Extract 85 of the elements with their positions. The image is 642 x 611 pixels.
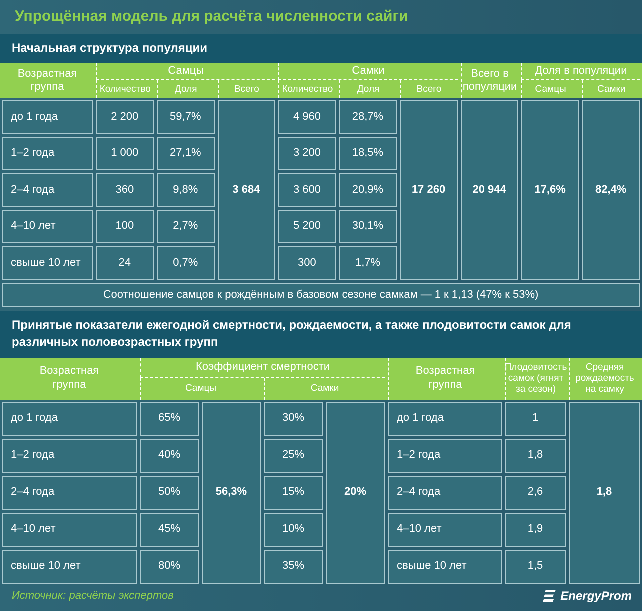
- column-header: Самки: [310, 382, 340, 394]
- table-cell: 1,7%: [339, 246, 397, 280]
- column-header: Доля: [175, 84, 198, 96]
- table-cell: 25%: [264, 438, 323, 473]
- table-cell: 2–4 года: [388, 476, 502, 510]
- table-cell: 28,7%: [339, 100, 397, 134]
- table-cell: 4 960: [278, 100, 336, 134]
- table-cell: 1–2 года: [2, 438, 137, 473]
- table-cell: 2–4 года: [2, 173, 93, 207]
- table-cell: 30%: [264, 402, 323, 436]
- table-cell: 360: [96, 173, 154, 207]
- table-cell: 1,8: [569, 402, 640, 584]
- table-cell: свыше 10 лет: [388, 550, 502, 584]
- table-cell: 1,9: [505, 512, 566, 547]
- section-heading: Принятые показатели ежегодной смертности, рождаемости, а также плодовитости самок для различных половозрастных групп: [0, 310, 642, 358]
- table-cell: 5 200: [278, 210, 336, 244]
- table-cell: 1 000: [96, 136, 154, 170]
- table-cell: 17,6%: [521, 100, 580, 280]
- table-cell: 50%: [140, 476, 199, 510]
- column-header: Количество: [100, 84, 151, 96]
- column-header: Самцы: [185, 382, 217, 394]
- table-cell: 9,8%: [156, 173, 215, 207]
- table-cell: 20 944: [460, 100, 518, 280]
- column-header: Самки: [597, 84, 626, 96]
- section-heading: Начальная структура популяции: [0, 34, 642, 64]
- table-cell: 45%: [140, 512, 199, 547]
- column-header: Доля в популяции: [535, 64, 628, 78]
- table-cell: 3 600: [278, 173, 336, 207]
- table-cell: 1,5: [505, 550, 566, 584]
- table-cell: 24: [96, 246, 154, 280]
- column-header: Доля: [357, 84, 380, 96]
- table-cell: свыше 10 лет: [2, 550, 137, 584]
- table-cell: 1,8: [505, 438, 566, 473]
- table-cell: 4–10 лет: [2, 512, 137, 547]
- column-header: Самцы: [168, 64, 204, 78]
- table-cell: 40%: [140, 438, 199, 473]
- table-cell: 2,6: [505, 476, 566, 510]
- table-cell: 0,7%: [156, 246, 215, 280]
- table-cell: 80%: [140, 550, 199, 584]
- table-cell: 3 200: [278, 136, 336, 170]
- table-cell: свыше 10 лет: [2, 246, 93, 280]
- column-header: Средняя рождаемость на самку: [574, 362, 636, 396]
- table-cell: 59,7%: [156, 100, 215, 134]
- column-header: Коэффициент смертности: [196, 360, 330, 374]
- table-cell: до 1 года: [2, 100, 93, 134]
- table-cell: 2,7%: [156, 210, 215, 244]
- table-cell: 3 684: [218, 100, 276, 280]
- column-header: Всего: [416, 84, 442, 96]
- table-cell: до 1 года: [388, 402, 502, 436]
- table-cell: 18,5%: [339, 136, 397, 170]
- table-cell: 82,4%: [582, 100, 640, 280]
- column-header: Всего в популяции: [462, 68, 518, 94]
- table-cell: 4–10 лет: [388, 512, 502, 547]
- table-cell: 17 260: [400, 100, 458, 280]
- column-header: Самцы: [535, 84, 566, 96]
- brand-name: EnergyProm: [560, 588, 632, 606]
- table-cell: 15%: [264, 476, 323, 510]
- table-cell: 20%: [326, 402, 385, 584]
- table-cell: 27,1%: [156, 136, 215, 170]
- table-cell: 2 200: [96, 100, 154, 134]
- table-cell: 300: [278, 246, 336, 280]
- source-note: Источник: расчёты экспертов: [12, 588, 174, 604]
- table-cell: до 1 года: [2, 402, 137, 436]
- table-cell: 2–4 года: [2, 476, 137, 510]
- column-header: Количество: [282, 84, 334, 96]
- table-cell: 10%: [264, 512, 323, 547]
- table-cell: 1: [505, 402, 566, 436]
- summary-note: Соотношение самцов к рождённым в базовом сезоне самкам — 1 к 1,13 (47% к 53%): [2, 282, 640, 307]
- column-header: Плодовитость самок (ягнят за сезон): [504, 362, 568, 396]
- table-cell: 35%: [264, 550, 323, 584]
- infographic-title: Упрощённая модель для расчёта численности сайги: [14, 7, 410, 27]
- column-header: Возрастная группа: [38, 365, 100, 392]
- column-header: Всего: [234, 84, 260, 96]
- table-cell: 30,1%: [339, 210, 397, 244]
- table-cell: 4–10 лет: [2, 210, 93, 244]
- table-cell: 20,9%: [339, 173, 397, 207]
- table-cell: 1–2 года: [388, 438, 502, 473]
- table-cell: 65%: [140, 402, 199, 436]
- column-header: Возрастная группа: [16, 68, 78, 94]
- column-header: Возрастная группа: [416, 365, 476, 392]
- table-cell: 100: [96, 210, 154, 244]
- column-header: Самки: [352, 64, 385, 78]
- table-cell: 56,3%: [202, 402, 261, 584]
- table-cell: 1–2 года: [2, 136, 93, 170]
- logo-icon: [542, 589, 557, 604]
